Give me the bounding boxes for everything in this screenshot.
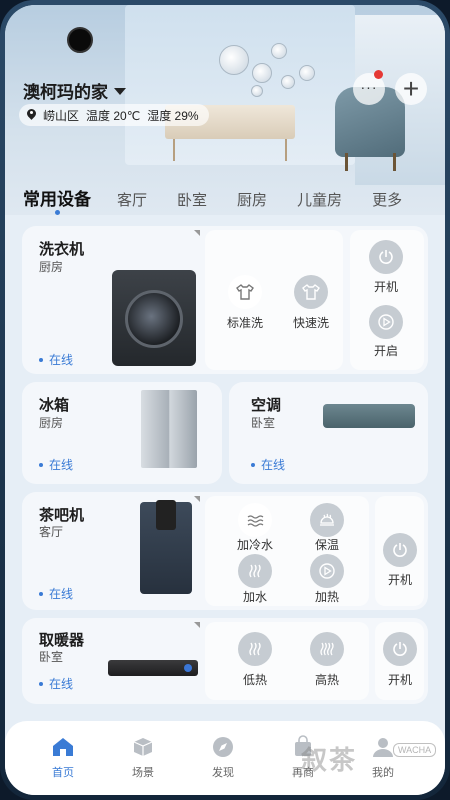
refrigerator-image <box>141 390 197 468</box>
bottom-navigation: 首页 场景 发现 再商 我的 <box>5 721 445 795</box>
tab-kids-room[interactable]: 儿童房 <box>297 189 342 210</box>
play-icon <box>378 314 394 330</box>
device-room: 卧室 <box>39 650 64 664</box>
tab-kitchen[interactable]: 厨房 <box>237 189 267 210</box>
caret-down-icon <box>114 88 126 95</box>
heater-mode-panel <box>205 622 369 700</box>
quick-wash-label: 快速洗 <box>292 316 329 330</box>
heater-image <box>108 660 198 676</box>
add-cold-water-button[interactable] <box>238 503 272 537</box>
start-label: 开启 <box>373 344 398 358</box>
power-label: 开机 <box>387 673 412 687</box>
add-cold-water-label: 加冷水 <box>236 538 273 552</box>
high-heat-label: 高热 <box>314 673 339 687</box>
standard-wash-button[interactable] <box>228 275 262 309</box>
heat-waves-icon <box>320 642 334 656</box>
power-icon <box>379 250 393 264</box>
humidity-text: 湿度 29% <box>147 108 199 123</box>
device-room: 卧室 <box>251 416 276 430</box>
power-button[interactable] <box>383 533 417 567</box>
device-name: 取暖器 <box>39 632 85 649</box>
temperature-text: 温度 20℃ <box>86 108 141 123</box>
keep-warm-icon <box>320 513 334 526</box>
watermark-tag: WACHA <box>393 743 437 757</box>
keep-warm-button[interactable] <box>310 503 344 537</box>
compass-icon <box>213 737 233 757</box>
plus-icon: + <box>402 73 420 104</box>
nav-profile[interactable]: 我的 <box>353 734 413 780</box>
message-button[interactable]: ··· <box>353 70 385 105</box>
power-button[interactable] <box>369 240 403 274</box>
shirt-icon <box>236 284 254 300</box>
shirt-icon <box>302 284 320 300</box>
device-name: 冰箱 <box>39 397 70 414</box>
heat-label: 加热 <box>314 590 339 604</box>
scene-cube-icon <box>133 738 153 756</box>
nav-home[interactable]: 首页 <box>33 734 93 780</box>
power-label: 开机 <box>373 280 398 294</box>
start-button[interactable] <box>369 305 403 339</box>
heat-waves-icon <box>249 642 261 656</box>
home-name: 澳柯玛的家 <box>23 83 108 102</box>
add-water-button[interactable] <box>238 554 272 588</box>
more-dots-icon: ··· <box>360 79 378 95</box>
online-status: 在线 <box>39 351 73 368</box>
tab-bedroom[interactable]: 卧室 <box>177 189 207 210</box>
device-name: 茶吧机 <box>39 507 85 524</box>
nav-scenes[interactable]: 场景 <box>113 734 173 780</box>
low-heat-button[interactable] <box>238 632 272 666</box>
play-icon <box>319 563 335 579</box>
device-name: 空调 <box>251 397 282 414</box>
front-camera <box>67 27 93 53</box>
water-wave-icon <box>247 515 264 527</box>
low-heat-label: 低热 <box>242 673 267 687</box>
location-text: 崂山区 <box>43 108 80 123</box>
location-pin-icon <box>27 109 36 121</box>
online-status: 在线 <box>251 456 285 473</box>
watermark: 叙茶 <box>301 745 358 775</box>
power-label: 开机 <box>387 573 412 587</box>
washing-machine-image <box>112 270 196 366</box>
keep-warm-label: 保温 <box>314 538 339 552</box>
online-status: 在线 <box>39 456 73 473</box>
high-heat-button[interactable] <box>310 632 344 666</box>
power-icon <box>393 543 407 557</box>
power-icon <box>393 642 407 656</box>
air-conditioner-image <box>323 404 415 428</box>
nav-profile-label: 我的 <box>372 767 394 779</box>
device-room: 厨房 <box>39 260 64 274</box>
device-name: 洗衣机 <box>39 241 85 258</box>
card-corner-icon <box>194 496 200 502</box>
weather-info: 崂山区 温度 20℃ 湿度 29% <box>19 104 209 126</box>
home-icon <box>53 738 73 756</box>
nav-discover-label: 发现 <box>212 767 234 779</box>
wall-mirror <box>219 45 249 75</box>
add-device-button[interactable]: + <box>395 73 427 105</box>
device-room: 客厅 <box>39 525 64 539</box>
tea-bar-machine-image <box>140 500 192 594</box>
add-water-label: 加水 <box>242 590 267 604</box>
card-corner-icon <box>194 622 200 628</box>
standard-wash-label: 标准洗 <box>226 316 263 330</box>
power-button[interactable] <box>383 632 417 666</box>
tab-more[interactable]: 更多 <box>372 189 402 210</box>
notification-dot <box>374 70 383 79</box>
quick-wash-button[interactable] <box>294 275 328 309</box>
nav-scenes-label: 场景 <box>132 767 154 779</box>
heat-waves-icon <box>249 564 261 578</box>
heat-button[interactable] <box>310 554 344 588</box>
nav-home-label: 首页 <box>52 767 74 779</box>
card-corner-icon <box>194 230 200 236</box>
home-selector[interactable]: 澳柯玛的家 <box>23 78 126 103</box>
tab-living-room[interactable]: 客厅 <box>117 189 147 210</box>
nav-discover[interactable]: 发现 <box>193 734 253 780</box>
device-room: 厨房 <box>39 416 64 430</box>
room-tabs: 常用设备 客厅 卧室 厨房 儿童房 更多 <box>23 185 443 215</box>
phone-frame: 澳柯玛的家 崂山区 温度 20℃ 湿度 29% ··· + 常用设备 客厅 卧室… <box>0 0 450 800</box>
online-status: 在线 <box>39 675 73 692</box>
online-status: 在线 <box>39 585 73 602</box>
app-screen: 澳柯玛的家 崂山区 温度 20℃ 湿度 29% ··· + 常用设备 客厅 卧室… <box>5 5 445 795</box>
tab-frequent[interactable]: 常用设备 <box>23 185 91 215</box>
